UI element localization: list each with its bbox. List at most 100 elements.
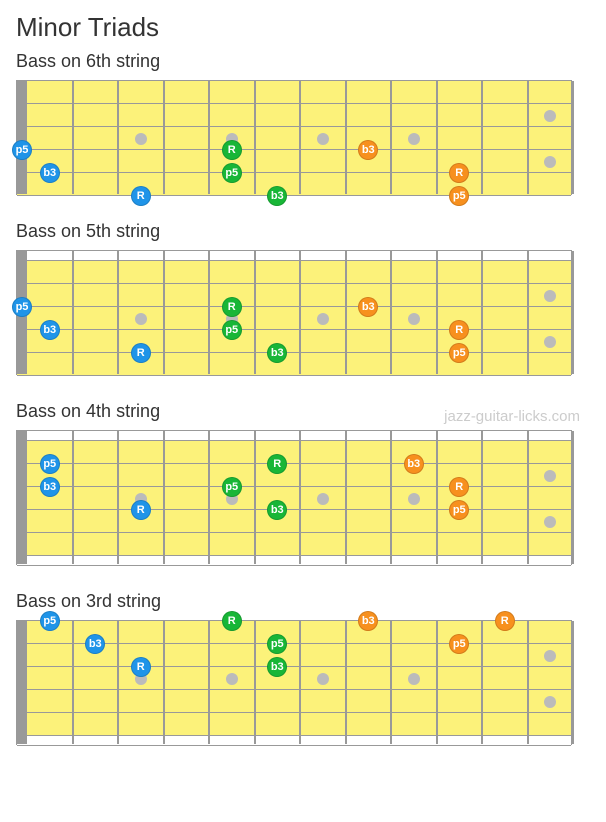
diagram-label: Bass on 6th string <box>16 51 590 72</box>
fretboard-row <box>17 104 571 127</box>
nut <box>17 621 27 744</box>
fret-line <box>208 251 210 374</box>
note-p5: p5 <box>12 297 32 317</box>
fretboard: p5b3RRp5b3b3Rp5 <box>16 430 572 565</box>
note-b3: b3 <box>85 634 105 654</box>
note-label: R <box>228 301 236 313</box>
note-label: R <box>137 190 145 202</box>
fret-line <box>436 251 438 374</box>
note-label: b3 <box>362 615 375 627</box>
fret-line <box>572 81 574 194</box>
fretboard-row <box>17 173 571 196</box>
note-r: R <box>495 611 515 631</box>
note-b3: b3 <box>358 611 378 631</box>
inlay-dot <box>544 110 556 122</box>
fretboard-row <box>17 127 571 150</box>
fret-line <box>117 81 119 194</box>
fretboard-row <box>17 667 571 690</box>
inlay-dot <box>544 516 556 528</box>
inlay-dot <box>408 313 420 325</box>
inlay-dot <box>544 156 556 168</box>
note-label: p5 <box>453 638 466 650</box>
fret-line <box>299 251 301 374</box>
note-p5: p5 <box>449 500 469 520</box>
note-label: b3 <box>362 144 375 156</box>
diagrams-container: Bass on 6th string p5 b3 R Rp5 b3 b3 Rp5 Bass on… <box>16 51 590 745</box>
note-label: b3 <box>43 167 56 179</box>
fret-line <box>481 81 483 194</box>
note-label: R <box>228 144 236 156</box>
fret-line <box>254 431 256 564</box>
inlay-dot <box>317 313 329 325</box>
note-label: p5 <box>43 458 56 470</box>
fret-line <box>117 621 119 744</box>
note-r: R <box>449 477 469 497</box>
fret-line <box>163 81 165 194</box>
note-p5: p5 <box>267 634 287 654</box>
fret-line <box>254 251 256 374</box>
fretboard-open-row <box>17 736 571 746</box>
note-r: R <box>222 297 242 317</box>
fret-line <box>117 431 119 564</box>
fret-line <box>299 431 301 564</box>
fretboard: p5b3RRp5b3b3Rp5 <box>16 620 572 745</box>
note-label: R <box>137 504 145 516</box>
fretboard-row <box>17 261 571 284</box>
note-label: p5 <box>453 347 466 359</box>
fretboard: p5b3RRp5b3b3Rp5 <box>16 250 572 375</box>
note-r: R <box>267 454 287 474</box>
inlay-dot <box>317 673 329 685</box>
fretboard: p5b3RRp5b3b3Rp5 <box>16 80 572 195</box>
note-label: b3 <box>271 190 284 202</box>
fret-line <box>345 81 347 194</box>
nut <box>17 81 27 194</box>
fret-line <box>527 81 529 194</box>
fretboard-row <box>17 284 571 307</box>
note-label: p5 <box>225 324 238 336</box>
note-p5: p5 <box>12 140 32 160</box>
note-label: b3 <box>271 504 284 516</box>
fret-line <box>572 431 574 564</box>
note-label: R <box>501 615 509 627</box>
fretboard-row <box>17 464 571 487</box>
fretboard-row <box>17 307 571 330</box>
note-label: R <box>228 615 236 627</box>
diagram-block: Bass on 4th stringp5b3RRp5b3b3Rp5 <box>16 401 590 565</box>
fret-line <box>254 621 256 744</box>
fret-line <box>390 621 392 744</box>
diagram-label: Bass on 4th string <box>16 401 590 422</box>
note-p5: p5 <box>449 186 469 206</box>
fret-line <box>72 251 74 374</box>
fret-line <box>72 81 74 194</box>
inlay-dot <box>544 696 556 708</box>
diagram-block: Bass on 6th stringp5b3RRp5b3b3Rp5 <box>16 51 590 195</box>
note-b3: b3 <box>358 140 378 160</box>
note-r: R <box>131 186 151 206</box>
page-title: Minor Triads <box>16 12 590 43</box>
fret-line <box>163 251 165 374</box>
note-p5: p5 <box>449 343 469 363</box>
fret-line <box>527 621 529 744</box>
note-b3: b3 <box>40 477 60 497</box>
note-label: R <box>273 458 281 470</box>
fret-line <box>390 81 392 194</box>
note-label: p5 <box>43 615 56 627</box>
note-p5: p5 <box>449 634 469 654</box>
note-label: b3 <box>407 458 420 470</box>
inlay-dot <box>317 493 329 505</box>
note-b3: b3 <box>358 297 378 317</box>
note-b3: b3 <box>267 657 287 677</box>
diagram-block: Bass on 3rd stringp5b3RRp5b3b3Rp5 <box>16 591 590 745</box>
note-r: R <box>131 657 151 677</box>
note-label: p5 <box>453 504 466 516</box>
fretboard-row <box>17 353 571 376</box>
inlay-dot <box>544 470 556 482</box>
fret-line <box>72 621 74 744</box>
fret-line <box>572 251 574 374</box>
note-r: R <box>131 343 151 363</box>
note-p5: p5 <box>40 611 60 631</box>
fret-line <box>208 81 210 194</box>
note-r: R <box>222 611 242 631</box>
fretboard-row <box>17 713 571 736</box>
note-r: R <box>131 500 151 520</box>
